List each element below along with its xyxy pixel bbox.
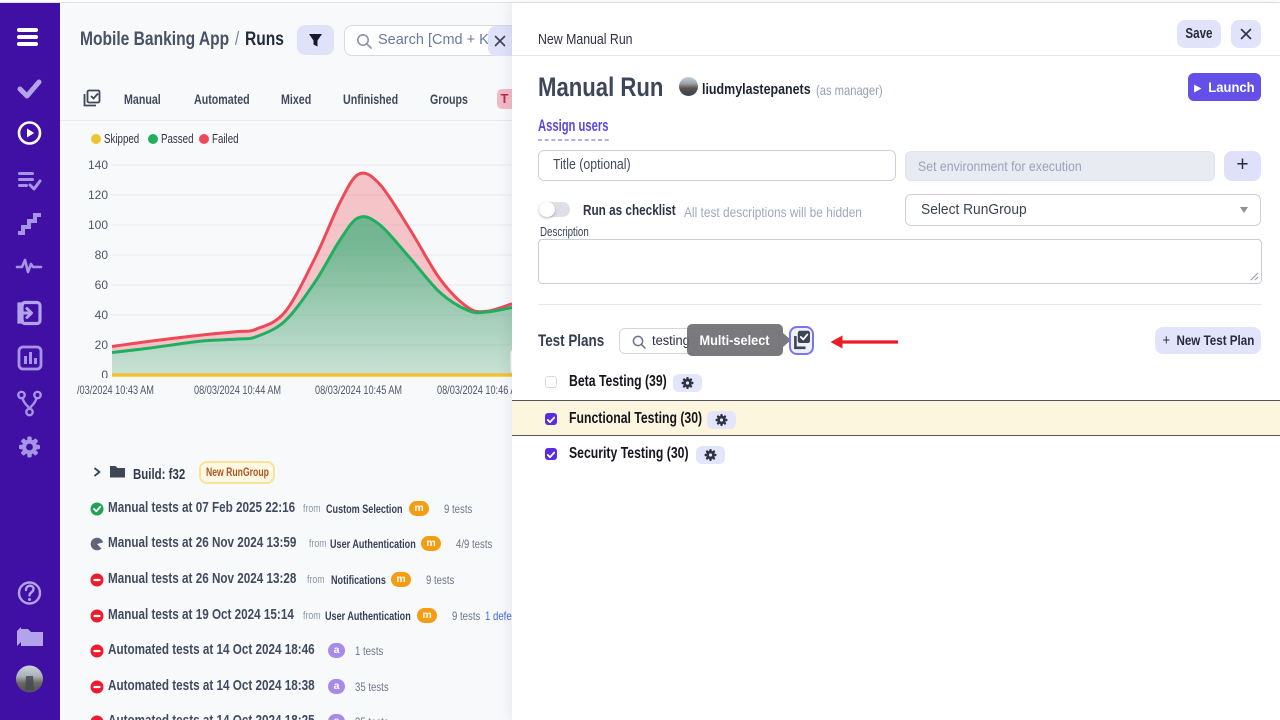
svg-text:40: 40 [95, 308, 109, 322]
svg-text:20: 20 [95, 338, 109, 352]
svg-text:100: 100 [88, 218, 108, 232]
svg-text:0: 0 [101, 368, 108, 378]
svg-text:120: 120 [88, 188, 108, 202]
svg-text:140: 140 [88, 158, 108, 172]
svg-text:80: 80 [95, 248, 109, 262]
svg-text:60: 60 [95, 278, 109, 292]
